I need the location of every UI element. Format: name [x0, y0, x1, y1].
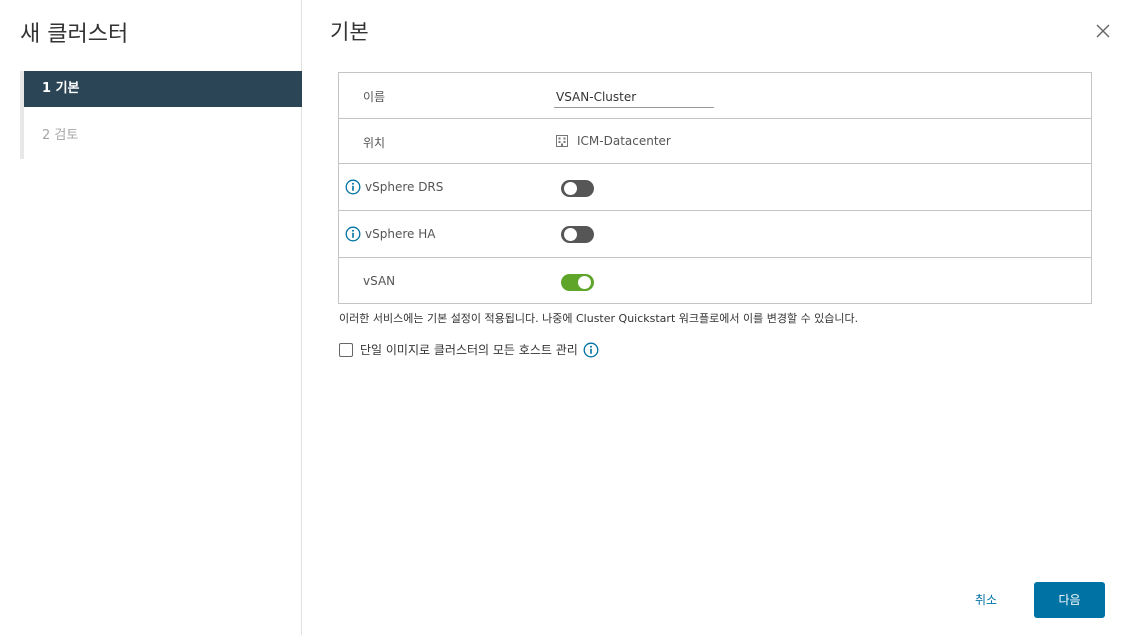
close-icon[interactable] [1092, 20, 1114, 42]
step-review: 2 검토 [42, 128, 79, 143]
cluster-form: 이름 위치 ICM-Datacenter vSphere DRS [338, 72, 1092, 304]
step-basic[interactable]: 1 기본 [24, 71, 302, 107]
next-button[interactable]: 다음 [1034, 582, 1105, 618]
image-management-label[interactable]: 단일 이미지로 클러스터의 모든 호스트 관리 [360, 341, 578, 358]
location-value: ICM-Datacenter [555, 134, 671, 148]
location-text: ICM-Datacenter [577, 134, 671, 148]
cluster-name-input[interactable] [554, 86, 714, 108]
info-icon[interactable] [583, 342, 599, 358]
wizard-steps: 1 기본 2 검토 [20, 71, 302, 159]
vsan-toggle[interactable] [561, 274, 594, 291]
cancel-button[interactable]: 취소 [958, 582, 1014, 618]
location-label: 위치 [363, 136, 386, 150]
wizard-sidebar: 새 클러스터 1 기본 2 검토 [0, 0, 302, 635]
info-icon[interactable] [345, 179, 361, 195]
services-note: 이러한 서비스에는 기본 설정이 적용됩니다. 나중에 Cluster Quic… [339, 312, 859, 325]
vsan-row: vSAN [339, 258, 1091, 304]
ha-label-group: vSphere HA [345, 226, 435, 242]
drs-label-group: vSphere DRS [345, 179, 443, 195]
wizard-title: 새 클러스터 [20, 22, 129, 47]
page-title: 기본 [330, 20, 369, 44]
image-management-checkbox[interactable] [339, 342, 353, 357]
ha-label: vSphere HA [365, 227, 436, 241]
info-icon[interactable] [345, 226, 361, 242]
name-row: 이름 [339, 73, 1091, 119]
ha-row: vSphere HA [339, 211, 1091, 258]
image-management-option: 단일 이미지로 클러스터의 모든 호스트 관리 [339, 341, 599, 358]
location-row: 위치 ICM-Datacenter [339, 119, 1091, 164]
ha-toggle[interactable] [561, 226, 594, 243]
drs-label: vSphere DRS [365, 180, 444, 194]
drs-toggle[interactable] [561, 180, 594, 197]
name-label: 이름 [363, 90, 386, 104]
drs-row: vSphere DRS [339, 164, 1091, 211]
vsan-label: vSAN [363, 274, 396, 288]
datacenter-icon [556, 135, 568, 147]
